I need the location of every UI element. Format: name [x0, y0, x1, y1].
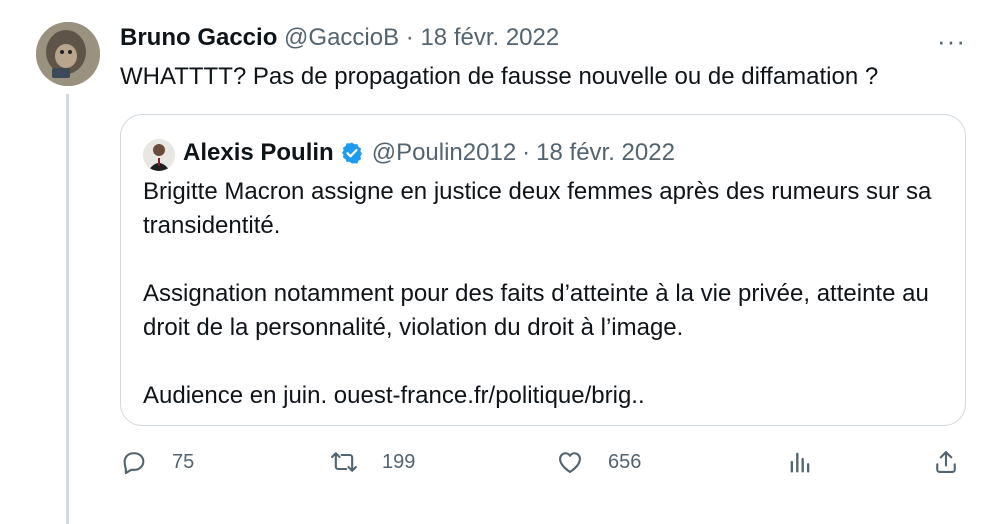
- share-icon: [936, 451, 956, 473]
- author-avatar[interactable]: [36, 22, 100, 86]
- quoted-author-avatar: [143, 139, 175, 171]
- quoted-paragraph-link[interactable]: Audience en juin. ouest-france.fr/politi…: [143, 379, 943, 413]
- quoted-paragraph: Brigitte Macron assigne en justice deux …: [143, 178, 932, 239]
- analytics-button[interactable]: [786, 448, 814, 476]
- reply-button[interactable]: 75: [120, 448, 194, 476]
- tweet-text: WHATTTT? Pas de propagation de fausse no…: [120, 63, 879, 90]
- quoted-header: Alexis Poulin @Poulin2012 · 18 févr. 202…: [183, 139, 675, 167]
- analytics-icon: [790, 452, 810, 473]
- author-name[interactable]: Bruno Gaccio: [120, 24, 277, 51]
- retweet-button[interactable]: 199: [330, 448, 415, 476]
- tweet-header: Bruno Gaccio @GaccioB · 18 févr. 2022: [120, 24, 559, 52]
- like-button[interactable]: 656: [556, 448, 641, 476]
- like-count: 656: [608, 450, 642, 473]
- heart-icon: [559, 452, 581, 473]
- reply-count: 75: [172, 450, 195, 473]
- quoted-date: 18 févr. 2022: [536, 139, 675, 166]
- author-handle[interactable]: @GaccioB: [284, 24, 399, 51]
- quoted-tweet[interactable]: Alexis Poulin @Poulin2012 · 18 févr. 202…: [120, 114, 966, 426]
- share-button[interactable]: [932, 448, 960, 476]
- quoted-paragraph: Assignation notamment pour des faits d’a…: [143, 280, 929, 341]
- retweet-count: 199: [382, 450, 416, 473]
- tweet-date[interactable]: 18 févr. 2022: [420, 24, 559, 51]
- more-options-icon[interactable]: ···: [937, 26, 966, 57]
- header-separator: ·: [405, 24, 414, 51]
- retweet-icon: [331, 452, 357, 472]
- quoted-author-name: Alexis Poulin: [183, 139, 334, 166]
- quoted-author-handle: @Poulin2012: [371, 139, 517, 166]
- reply-icon: [123, 452, 145, 475]
- quoted-separator: ·: [522, 139, 531, 166]
- verified-badge-icon: [340, 141, 364, 165]
- action-bar: 75 199 656: [120, 448, 966, 484]
- quoted-text: Brigitte Macron assigne en justice deux …: [143, 175, 943, 413]
- thread-line: [66, 94, 69, 524]
